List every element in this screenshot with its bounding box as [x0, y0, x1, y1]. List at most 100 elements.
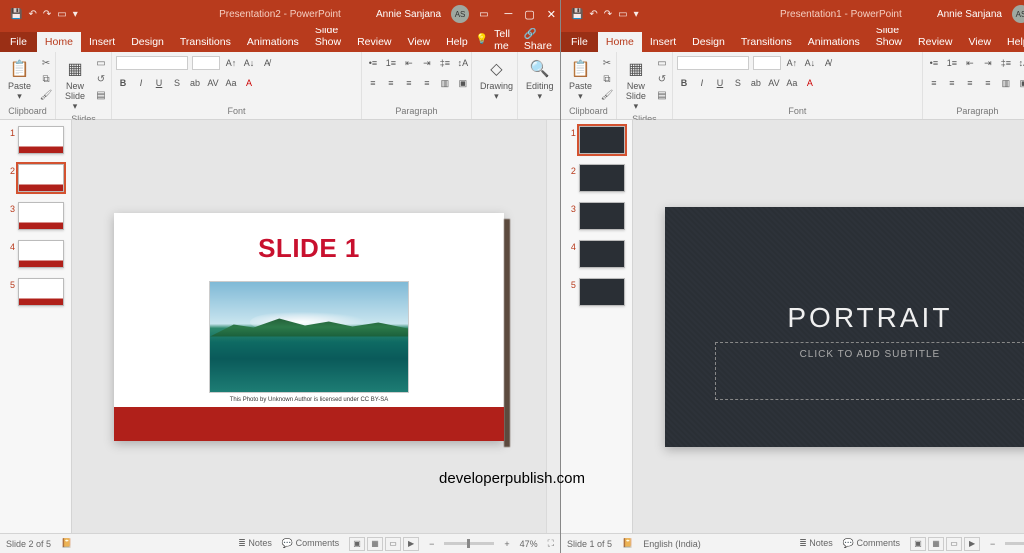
align-left-button[interactable]: ≡	[927, 76, 941, 90]
tab-home[interactable]: Home	[598, 32, 642, 52]
editing-button[interactable]: 🔍 Editing▾	[522, 56, 558, 104]
reset-icon[interactable]: ↺	[655, 72, 669, 86]
font-family-combo[interactable]	[116, 56, 188, 70]
slide-title[interactable]: SLIDE 1	[114, 233, 504, 264]
qat-dropdown-icon[interactable]: ▾	[73, 9, 78, 20]
font-size-combo[interactable]	[753, 56, 781, 70]
align-center-button[interactable]: ≡	[945, 76, 959, 90]
spell-check-icon[interactable]: 📔	[61, 538, 72, 549]
normal-view-button[interactable]: ▣	[349, 537, 365, 551]
cut-icon[interactable]: ✂	[600, 56, 614, 70]
avatar[interactable]: AS	[1012, 5, 1024, 23]
tab-help[interactable]: Help	[999, 32, 1024, 52]
drawing-button[interactable]: ◇ Drawing▾	[476, 56, 517, 104]
tab-file[interactable]: File	[561, 32, 598, 52]
increase-font-icon[interactable]: A↑	[224, 56, 238, 70]
slide-thumbnail-4[interactable]	[18, 240, 64, 268]
tab-home[interactable]: Home	[37, 32, 81, 52]
tab-view[interactable]: View	[400, 32, 439, 52]
start-from-beginning-icon[interactable]: ▭	[57, 9, 66, 20]
close-button[interactable]: ✕	[547, 8, 556, 21]
undo-icon[interactable]: ↶	[28, 9, 36, 20]
shadow-button[interactable]: ab	[749, 76, 763, 90]
slide-canvas[interactable]: SLIDE 1 This Photo by Unknown Author is …	[114, 213, 504, 441]
smartart-button[interactable]: ▣	[1017, 76, 1024, 90]
spacing-button[interactable]: AV	[767, 76, 781, 90]
slide-thumbnail-1[interactable]	[579, 126, 625, 154]
fit-to-window-button[interactable]: ⛶	[548, 538, 554, 549]
reset-icon[interactable]: ↺	[94, 72, 108, 86]
bold-button[interactable]: B	[116, 76, 130, 90]
font-size-combo[interactable]	[192, 56, 220, 70]
case-button[interactable]: Aa	[785, 76, 799, 90]
section-icon[interactable]: ▤	[94, 88, 108, 102]
redo-icon[interactable]: ↷	[43, 9, 51, 20]
case-button[interactable]: Aa	[224, 76, 238, 90]
share-button[interactable]: 🔗 Share	[524, 27, 552, 52]
undo-icon[interactable]: ↶	[589, 9, 597, 20]
bullets-button[interactable]: •≡	[927, 56, 941, 70]
tab-help[interactable]: Help	[438, 32, 476, 52]
reading-view-button[interactable]: ▭	[946, 537, 962, 551]
paste-button[interactable]: 📋 Paste▾	[4, 56, 35, 104]
strike-button[interactable]: S	[170, 76, 184, 90]
font-color-button[interactable]: A	[803, 76, 817, 90]
tab-insert[interactable]: Insert	[642, 32, 684, 52]
font-color-button[interactable]: A	[242, 76, 256, 90]
clear-format-icon[interactable]: A̸	[260, 56, 274, 70]
italic-button[interactable]: I	[134, 76, 148, 90]
align-right-button[interactable]: ≡	[963, 76, 977, 90]
language-status[interactable]: English (India)	[643, 539, 701, 549]
sorter-view-button[interactable]: ▦	[367, 537, 383, 551]
start-from-beginning-icon[interactable]: ▭	[618, 9, 627, 20]
tab-transitions[interactable]: Transitions	[172, 32, 239, 52]
zoom-in-button[interactable]: +	[504, 539, 509, 549]
indent-dec-button[interactable]: ⇤	[963, 56, 977, 70]
restore-button[interactable]: ▢	[524, 8, 534, 21]
indent-inc-button[interactable]: ⇥	[981, 56, 995, 70]
decrease-font-icon[interactable]: A↓	[242, 56, 256, 70]
paste-button[interactable]: 📋 Paste▾	[565, 56, 596, 104]
tab-view[interactable]: View	[960, 32, 999, 52]
zoom-slider[interactable]	[1005, 542, 1024, 545]
normal-view-button[interactable]: ▣	[910, 537, 926, 551]
slide-thumbnail-3[interactable]	[579, 202, 625, 230]
text-direction-button[interactable]: ↕A	[456, 56, 470, 70]
columns-button[interactable]: ▥	[999, 76, 1013, 90]
bold-button[interactable]: B	[677, 76, 691, 90]
slide-thumbnail-1[interactable]	[18, 126, 64, 154]
copy-icon[interactable]: ⧉	[39, 72, 53, 86]
spacing-button[interactable]: AV	[206, 76, 220, 90]
tell-me-icon[interactable]: 💡	[476, 34, 488, 45]
columns-button[interactable]: ▥	[438, 76, 452, 90]
line-spacing-button[interactable]: ‡≡	[438, 56, 452, 70]
save-icon[interactable]: 💾	[571, 9, 583, 20]
comments-button[interactable]: 💬 Comments	[282, 538, 339, 549]
text-direction-button[interactable]: ↕A	[1017, 56, 1024, 70]
slide-canvas[interactable]: PORTRAIT CLICK TO ADD SUBTITLE	[665, 207, 1024, 447]
vertical-scrollbar[interactable]	[546, 120, 560, 533]
slide-thumbnail-panel[interactable]: 12345	[561, 120, 633, 533]
line-spacing-button[interactable]: ‡≡	[999, 56, 1013, 70]
underline-button[interactable]: U	[152, 76, 166, 90]
justify-button[interactable]: ≡	[420, 76, 434, 90]
redo-icon[interactable]: ↷	[604, 9, 612, 20]
slide-thumbnail-2[interactable]	[579, 164, 625, 192]
zoom-out-button[interactable]: −	[990, 539, 995, 549]
italic-button[interactable]: I	[695, 76, 709, 90]
slide-editor[interactable]: PORTRAIT CLICK TO ADD SUBTITLE	[633, 120, 1024, 533]
tab-review[interactable]: Review	[349, 32, 399, 52]
slide-thumbnail-panel[interactable]: 12345	[0, 120, 72, 533]
slide-thumbnail-2[interactable]	[18, 164, 64, 192]
slide-editor[interactable]: SLIDE 1 This Photo by Unknown Author is …	[72, 120, 546, 533]
increase-font-icon[interactable]: A↑	[785, 56, 799, 70]
align-left-button[interactable]: ≡	[366, 76, 380, 90]
portrait-title[interactable]: PORTRAIT	[665, 302, 1024, 334]
user-name[interactable]: Annie Sanjana	[376, 9, 441, 20]
tab-animations[interactable]: Animations	[239, 32, 307, 52]
save-icon[interactable]: 💾	[10, 9, 22, 20]
smartart-button[interactable]: ▣	[456, 76, 470, 90]
reading-view-button[interactable]: ▭	[385, 537, 401, 551]
format-painter-icon[interactable]: 🖌	[600, 88, 614, 102]
layout-icon[interactable]: ▭	[655, 56, 669, 70]
